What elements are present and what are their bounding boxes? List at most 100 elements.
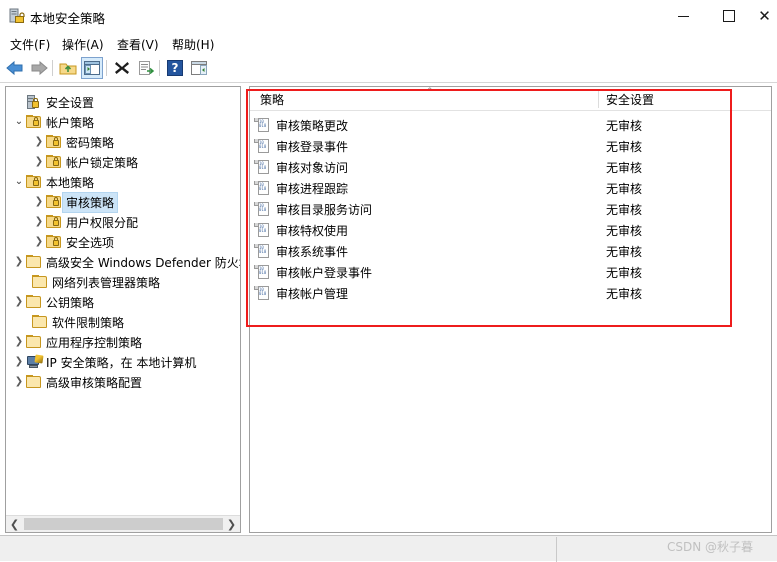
tree-node-local-policies[interactable]: ⌄ 本地策略	[12, 172, 94, 192]
column-header-security-setting[interactable]: 安全设置	[606, 91, 654, 108]
folder-lock-icon	[26, 114, 42, 130]
tree-label: 安全设置	[46, 95, 95, 110]
chevron-right-icon[interactable]: ❯	[12, 255, 26, 269]
chevron-right-icon[interactable]: ❯	[32, 155, 46, 169]
tree-node-windows-defender-firewall[interactable]: ❯ 高级安全 Windows Defender 防火墙	[12, 252, 241, 272]
minimize-icon	[677, 15, 689, 17]
tree-horizontal-scrollbar[interactable]: ❮ ❯	[6, 515, 240, 532]
up-folder-button[interactable]	[57, 57, 79, 79]
policy-name: 审核策略更改	[276, 119, 349, 133]
table-row[interactable]: 10 010 审核系统事件 无审核	[250, 241, 771, 262]
menu-action[interactable]: 操作(A)	[58, 35, 108, 54]
policy-doc-icon: 10 010	[254, 265, 272, 280]
show-action-pane-button[interactable]	[188, 57, 210, 79]
policy-doc-icon: 10 010	[254, 160, 272, 175]
chevron-down-icon[interactable]: ⌄	[12, 175, 26, 189]
tree-label: 网络列表管理器策略	[52, 275, 161, 290]
policy-setting: 无审核	[606, 161, 643, 175]
show-console-tree-button[interactable]	[81, 57, 103, 79]
policy-doc-icon: 10 010	[254, 202, 272, 217]
svg-text:?: ?	[172, 61, 179, 75]
policy-name: 审核进程跟踪	[276, 182, 349, 196]
ip-security-icon	[26, 353, 44, 370]
column-divider[interactable]	[598, 90, 599, 108]
tree-node-password-policy[interactable]: ❯ 密码策略	[32, 132, 114, 152]
chevron-right-icon[interactable]: ❯	[32, 235, 46, 249]
tree-node-software-restriction-policies[interactable]: 软件限制策略	[32, 312, 124, 332]
chevron-right-icon[interactable]: ❯	[32, 215, 46, 229]
help-button[interactable]: ?	[164, 57, 186, 79]
menu-view[interactable]: 查看(V)	[113, 35, 163, 54]
policy-doc-icon: 10 010	[254, 181, 272, 196]
chevron-down-icon[interactable]: ⌄	[12, 115, 26, 129]
chevron-right-icon[interactable]: ❯	[32, 195, 46, 209]
menu-bar: 文件(F) 操作(A) 查看(V) 帮助(H)	[0, 32, 777, 54]
tree-node-audit-policy[interactable]: ❯ 审核策略	[32, 191, 119, 213]
policy-setting: 无审核	[606, 119, 643, 133]
tree-node-security-settings[interactable]: 安全设置	[12, 92, 94, 112]
close-button[interactable]: ✕	[752, 0, 777, 32]
scroll-right-arrow-icon[interactable]: ❯	[223, 516, 240, 532]
menu-file[interactable]: 文件(F)	[6, 35, 54, 54]
help-icon: ?	[167, 60, 183, 76]
table-row[interactable]: 10 010 审核对象访问 无审核	[250, 157, 771, 178]
toolbar-separator-3	[159, 60, 160, 76]
back-button[interactable]	[4, 57, 26, 79]
menu-help[interactable]: 帮助(H)	[168, 35, 218, 54]
tree-node-application-control-policies[interactable]: ❯ 应用程序控制策略	[12, 332, 142, 352]
policy-name: 审核系统事件	[276, 245, 349, 259]
table-row[interactable]: 10 010 审核帐户管理 无审核	[250, 283, 771, 304]
column-header-policy[interactable]: 策略	[260, 91, 284, 108]
tree-node-security-options[interactable]: ❯ 安全选项	[32, 232, 114, 252]
toolbar-separator-2	[106, 60, 107, 76]
status-bar-divider	[556, 537, 557, 562]
chevron-right-icon[interactable]: ❯	[12, 335, 26, 349]
tree-label: 高级安全 Windows Defender 防火墙	[46, 255, 241, 270]
scroll-thumb[interactable]	[24, 518, 224, 530]
maximize-icon	[723, 10, 735, 22]
chevron-right-icon[interactable]: ❯	[12, 355, 26, 369]
chevron-right-icon[interactable]: ❯	[12, 295, 26, 309]
tree-node-account-policies[interactable]: ⌄ 帐户策略	[12, 112, 94, 132]
tree-node-public-key-policies[interactable]: ❯ 公钥策略	[12, 292, 94, 312]
tree-label: 高级审核策略配置	[46, 375, 143, 390]
chevron-right-icon[interactable]: ❯	[12, 375, 26, 389]
policy-doc-icon: 10 010	[254, 223, 272, 238]
policy-setting: 无审核	[606, 224, 643, 238]
scroll-left-arrow-icon[interactable]: ❮	[6, 516, 23, 532]
tree-node-network-list-manager-policies[interactable]: 网络列表管理器策略	[32, 272, 160, 292]
table-row[interactable]: 10 010 审核帐户登录事件 无审核	[250, 262, 771, 283]
policy-name: 审核目录服务访问	[276, 203, 373, 217]
tree-label: 应用程序控制策略	[46, 335, 143, 350]
folder-lock-icon	[46, 134, 62, 150]
show-console-tree-icon	[84, 61, 100, 75]
tree-node-user-rights-assignment[interactable]: ❯ 用户权限分配	[32, 212, 138, 232]
table-row[interactable]: 10 010 审核登录事件 无审核	[250, 136, 771, 157]
table-row[interactable]: 10 010 审核目录服务访问 无审核	[250, 199, 771, 220]
table-row[interactable]: 10 010 审核特权使用 无审核	[250, 220, 771, 241]
tree-label: 公钥策略	[46, 295, 95, 310]
maximize-button[interactable]	[706, 0, 752, 32]
folder-icon	[26, 294, 42, 310]
tree-node-ip-security-policies[interactable]: ❯ IP 安全策略，在 本地计算机	[12, 352, 196, 372]
forward-button[interactable]	[28, 57, 50, 79]
minimize-button[interactable]	[660, 0, 706, 32]
local-security-policy-window: 本地安全策略 ✕ 文件(F) 操作(A) 查看(V) 帮助(H) ? 安全设置 …	[0, 0, 777, 562]
tree-label: 密码策略	[66, 135, 115, 150]
export-list-button[interactable]	[135, 57, 157, 79]
tree-label: 审核策略	[61, 191, 119, 213]
folder-lock-icon	[46, 214, 62, 230]
status-bar	[0, 535, 777, 562]
policy-setting: 无审核	[606, 287, 643, 301]
chevron-right-icon[interactable]: ❯	[32, 135, 46, 149]
policy-list-pane[interactable]: 策略 ^ 安全设置 10 010 审核策略更改 无审核 10 010 审核登录事件 …	[249, 86, 772, 533]
tree-node-advanced-audit-policy-configuration[interactable]: ❯ 高级审核策略配置	[12, 372, 142, 392]
folder-icon	[32, 274, 48, 290]
policy-name: 审核对象访问	[276, 161, 349, 175]
tree-node-account-lockout-policy[interactable]: ❯ 帐户锁定策略	[32, 152, 138, 172]
table-row[interactable]: 10 010 审核策略更改 无审核	[250, 115, 771, 136]
list-header: 策略 ^ 安全设置	[250, 87, 771, 111]
delete-button[interactable]	[111, 57, 133, 79]
table-row[interactable]: 10 010 审核进程跟踪 无审核	[250, 178, 771, 199]
console-tree-pane[interactable]: 安全设置 ⌄ 帐户策略 ❯ 密码策略 ❯ 帐户锁定策略 ⌄ 本地策略 ❯ 审核策…	[5, 86, 241, 533]
